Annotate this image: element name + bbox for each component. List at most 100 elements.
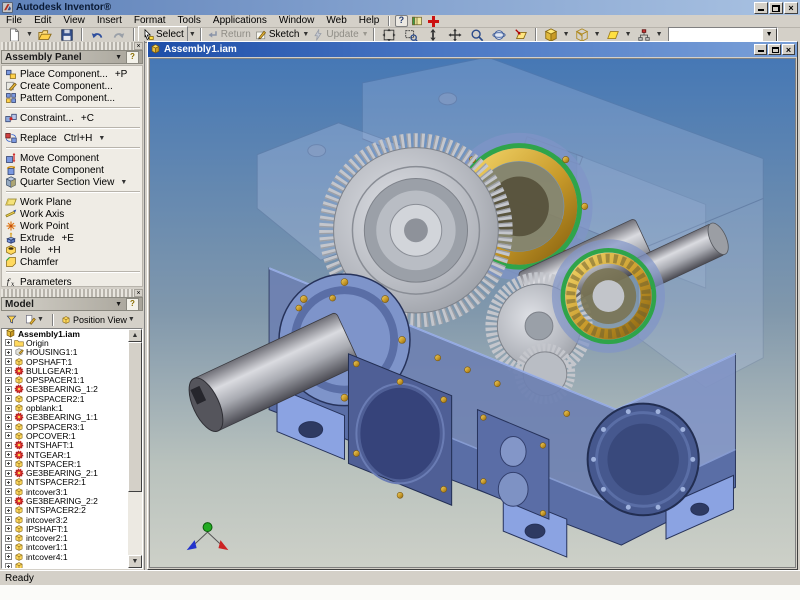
tree-item-opspacer2-1[interactable]: OPSPACER2:1 [2,394,128,403]
tree-item-origin[interactable]: Origin [2,338,128,347]
tree-item-opcover-1[interactable]: OPCOVER:1 [2,431,128,440]
update-dropdown[interactable]: ▼ [361,31,370,38]
scroll-up-button[interactable]: ▲ [128,329,142,342]
expander-plus-icon[interactable] [5,497,12,504]
app-close-button[interactable]: × [784,2,798,14]
model-browser-header[interactable]: Model ▼ ? [1,297,143,311]
panel-item-work-plane[interactable]: Work Plane [4,196,142,208]
expander-plus-icon[interactable] [5,386,12,393]
tree-item-intspacer-1[interactable]: INTSPACER:1 [2,459,128,468]
panel-help-button[interactable]: ? [126,51,139,64]
expander-plus-icon[interactable] [5,525,12,532]
panel-item-rotate-component[interactable]: Rotate Component [4,164,142,176]
browser-grip[interactable]: × [1,289,143,297]
tree-item-opblank-1[interactable]: opblank:1 [2,403,128,412]
expander-plus-icon[interactable] [5,535,12,542]
doc-maximize-button[interactable] [768,44,781,55]
expander-plus-icon[interactable] [5,488,12,495]
panel-menu-caret[interactable]: ▼ [115,54,122,61]
browser-close-icon[interactable]: × [134,289,143,297]
browser-options-button[interactable]: ▼ [22,311,48,328]
panel-close-icon[interactable]: × [134,42,143,50]
expander-plus-icon[interactable] [5,507,12,514]
panel-item-extrude[interactable]: Extrude+E [4,232,142,244]
browser-menu-caret[interactable]: ▼ [115,301,122,308]
panel-item-hole[interactable]: Hole+H [4,244,142,256]
expander-plus-icon[interactable] [5,349,12,356]
tree-item-ipshaft-1[interactable]: IPSHAFT:1 [2,524,128,533]
new-dropdown[interactable]: ▼ [25,31,34,38]
panel-grip[interactable]: × [1,42,143,50]
expander-plus-icon[interactable] [5,460,12,467]
expander-plus-icon[interactable] [5,553,12,560]
expander-plus-icon[interactable] [5,442,12,449]
panel-item-dropdown[interactable]: ▼ [120,179,127,186]
expander-plus-icon[interactable] [5,423,12,430]
expander-plus-icon[interactable] [5,563,12,568]
doc-close-button[interactable]: × [782,44,795,55]
expander-plus-icon[interactable] [5,414,12,421]
tree-item-ge3bearing-1-1[interactable]: GE3BEARING_1:1 [2,413,128,422]
tree-root[interactable]: Assembly1.iam [2,329,128,338]
3d-viewport[interactable] [149,58,796,568]
tree-item-opspacer1-1[interactable]: OPSPACER1:1 [2,375,128,384]
position-view-button[interactable]: Position View ▼ [58,311,139,328]
expander-plus-icon[interactable] [5,470,12,477]
shadow-mode-dropdown[interactable]: ▼ [624,31,633,38]
tree-item-partial[interactable] [2,561,128,568]
panel-item-quarter-section-view[interactable]: Quarter Section View▼ [4,176,142,188]
scheme-dropdown[interactable]: ▼ [655,31,664,38]
select-dropdown[interactable]: ▼ [188,31,197,38]
tree-item-opshaft-1[interactable]: OPSHAFT:1 [2,357,128,366]
panel-item-work-point[interactable]: Work Point [4,220,142,232]
panel-item-pattern-component[interactable]: Pattern Component... [4,92,142,104]
panel-item-work-axis[interactable]: Work Axis [4,208,142,220]
tree-item-ge3bearing-2-2[interactable]: GE3BEARING_2:2 [2,496,128,505]
panel-item-create-component[interactable]: Create Component... [4,80,142,92]
expander-plus-icon[interactable] [5,451,12,458]
panel-item-replace[interactable]: ReplaceCtrl+H▼ [4,132,142,144]
browser-filter-button[interactable] [3,311,20,328]
expander-plus-icon[interactable] [5,358,12,365]
combobox-dropdown[interactable]: ▼ [762,28,777,42]
tree-item-housing1-1[interactable]: HOUSING1:1 [2,348,128,357]
sketch-dropdown[interactable]: ▼ [301,31,310,38]
panel-item-move-component[interactable]: Move Component [4,152,142,164]
camera-mode-dropdown[interactable]: ▼ [593,31,602,38]
app-minimize-button[interactable] [754,2,768,14]
tree-item-ge3bearing-2-1[interactable]: GE3BEARING_2:1 [2,468,128,477]
assembly-panel-header[interactable]: Assembly Panel ▼ ? [1,50,143,64]
scroll-down-button[interactable]: ▼ [128,555,142,568]
tree-item-intcover3-2[interactable]: intcover3:2 [2,515,128,524]
expander-plus-icon[interactable] [5,405,12,412]
expander-plus-icon[interactable] [5,339,12,346]
tree-item-bullgear-1[interactable]: BULLGEAR:1 [2,366,128,375]
panel-item-dropdown[interactable]: ▼ [98,135,105,142]
expander-plus-icon[interactable] [5,432,12,439]
tree-item-intcover1-1[interactable]: intcover1:1 [2,543,128,552]
scrollbar-thumb[interactable] [128,342,142,492]
expander-plus-icon[interactable] [5,479,12,486]
tree-item-opspacer3-1[interactable]: OPSPACER3:1 [2,422,128,431]
doc-minimize-button[interactable] [754,44,767,55]
expander-plus-icon[interactable] [5,367,12,374]
tree-item-ge3bearing-1-2[interactable]: GE3BEARING_1:2 [2,385,128,394]
expander-plus-icon[interactable] [5,377,12,384]
panel-item-constraint[interactable]: Constraint...+C [4,112,142,124]
tree-item-intcover2-1[interactable]: intcover2:1 [2,534,128,543]
tree-item-intcover3-1[interactable]: intcover3:1 [2,487,128,496]
tree-item-intspacer2-1[interactable]: INTSPACER2:1 [2,478,128,487]
display-mode-dropdown[interactable]: ▼ [562,31,571,38]
expander-plus-icon[interactable] [5,544,12,551]
expander-plus-icon[interactable] [5,395,12,402]
panel-item-chamfer[interactable]: Chamfer [4,256,142,268]
expander-plus-icon[interactable] [5,516,12,523]
tree-item-intshaft-1[interactable]: INTSHAFT:1 [2,441,128,450]
panel-item-parameters[interactable]: Parameters [4,276,142,287]
document-titlebar[interactable]: Assembly1.iam × [148,42,797,57]
tree-scrollbar[interactable]: ▲ ▼ [128,329,142,568]
tree-item-intspacer2-2[interactable]: INTSPACER2:2 [2,506,128,515]
panel-item-place-component[interactable]: Place Component...+P [4,68,142,80]
app-restore-button[interactable] [769,2,783,14]
browser-help-button[interactable]: ? [126,298,139,311]
